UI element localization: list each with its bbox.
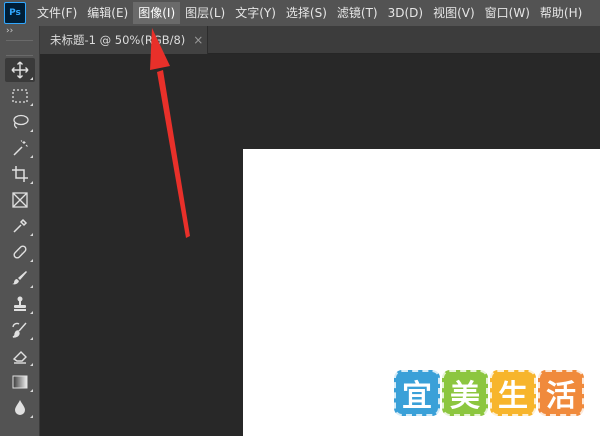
watermark-logo: 宜 美 生 活 — [394, 370, 584, 416]
tool-flyout-indicator — [30, 259, 33, 262]
clone-stamp-tool-button[interactable] — [5, 292, 35, 316]
history-brush-icon — [12, 322, 27, 338]
tool-flyout-indicator — [30, 155, 33, 158]
brush-icon — [12, 271, 27, 285]
document-tab[interactable]: 未标题-1 @ 50%(RGB/8) × — [40, 26, 208, 54]
tool-flyout-indicator — [30, 103, 33, 106]
frame-tool-button[interactable] — [5, 188, 35, 212]
menu-type[interactable]: 文字(Y) — [230, 2, 281, 24]
menu-items: 文件(F) 编辑(E) 图像(I) 图层(L) 文字(Y) 选择(S) 滤镜(T… — [32, 2, 587, 24]
history-brush-tool-button[interactable] — [5, 318, 35, 342]
tool-flyout-indicator — [30, 337, 33, 340]
marquee-tool-button[interactable] — [5, 84, 35, 108]
tools-panel: ›› — [0, 26, 40, 436]
blur-tool-button[interactable] — [5, 396, 35, 420]
watermark-char: 宜 — [394, 370, 440, 416]
collapse-panel-icon[interactable]: ›› — [0, 26, 39, 38]
tool-flyout-indicator — [30, 181, 33, 184]
eraser-tool-button[interactable] — [5, 344, 35, 368]
eyedropper-tool-button[interactable] — [5, 214, 35, 238]
menu-edit[interactable]: 编辑(E) — [82, 2, 133, 24]
move-tool-button[interactable] — [5, 58, 35, 82]
menu-layer[interactable]: 图层(L) — [180, 2, 230, 24]
magic-wand-tool-button[interactable] — [5, 136, 35, 160]
frame-icon — [12, 192, 28, 208]
photoshop-logo-icon: Ps — [4, 2, 26, 24]
menu-bar: Ps 文件(F) 编辑(E) 图像(I) 图层(L) 文字(Y) 选择(S) 滤… — [0, 0, 600, 26]
menu-window[interactable]: 窗口(W) — [480, 2, 535, 24]
close-icon[interactable]: × — [193, 33, 203, 47]
lasso-tool-button[interactable] — [5, 110, 35, 134]
menu-3d[interactable]: 3D(D) — [383, 2, 428, 24]
gradient-tool-button[interactable] — [5, 370, 35, 394]
tool-flyout-indicator — [30, 129, 33, 132]
menu-help[interactable]: 帮助(H) — [535, 2, 587, 24]
healing-brush-tool-button[interactable] — [5, 240, 35, 264]
tool-flyout-indicator — [30, 285, 33, 288]
menu-filter[interactable]: 滤镜(T) — [332, 2, 383, 24]
rectangular-marquee-icon — [12, 89, 28, 103]
gradient-icon — [12, 375, 28, 389]
water-drop-icon — [15, 400, 25, 415]
lasso-icon — [13, 114, 29, 129]
document-tab-bar: 未标题-1 @ 50%(RGB/8) × — [40, 26, 600, 54]
tool-flyout-indicator — [30, 77, 33, 80]
eraser-icon — [12, 351, 27, 364]
brush-tool-button[interactable] — [5, 266, 35, 290]
tool-flyout-indicator — [30, 233, 33, 236]
tool-flyout-indicator — [30, 311, 33, 314]
watermark-char: 生 — [490, 370, 536, 416]
crop-icon — [12, 166, 28, 182]
eyedropper-icon — [13, 218, 28, 233]
magic-wand-icon — [13, 140, 28, 156]
menu-select[interactable]: 选择(S) — [281, 2, 332, 24]
tool-flyout-indicator — [30, 363, 33, 366]
menu-image[interactable]: 图像(I) — [133, 2, 181, 24]
crop-tool-button[interactable] — [5, 162, 35, 186]
move-icon — [11, 61, 29, 79]
stamp-icon — [14, 296, 26, 311]
watermark-char: 美 — [442, 370, 488, 416]
document-tab-title: 未标题-1 @ 50%(RGB/8) — [50, 33, 186, 47]
tool-flyout-indicator — [30, 389, 33, 392]
panel-grip[interactable] — [6, 40, 33, 56]
menu-view[interactable]: 视图(V) — [428, 2, 480, 24]
menu-file[interactable]: 文件(F) — [32, 2, 82, 24]
watermark-char: 活 — [538, 370, 584, 416]
bandage-icon — [13, 245, 27, 259]
tool-flyout-indicator — [30, 415, 33, 418]
